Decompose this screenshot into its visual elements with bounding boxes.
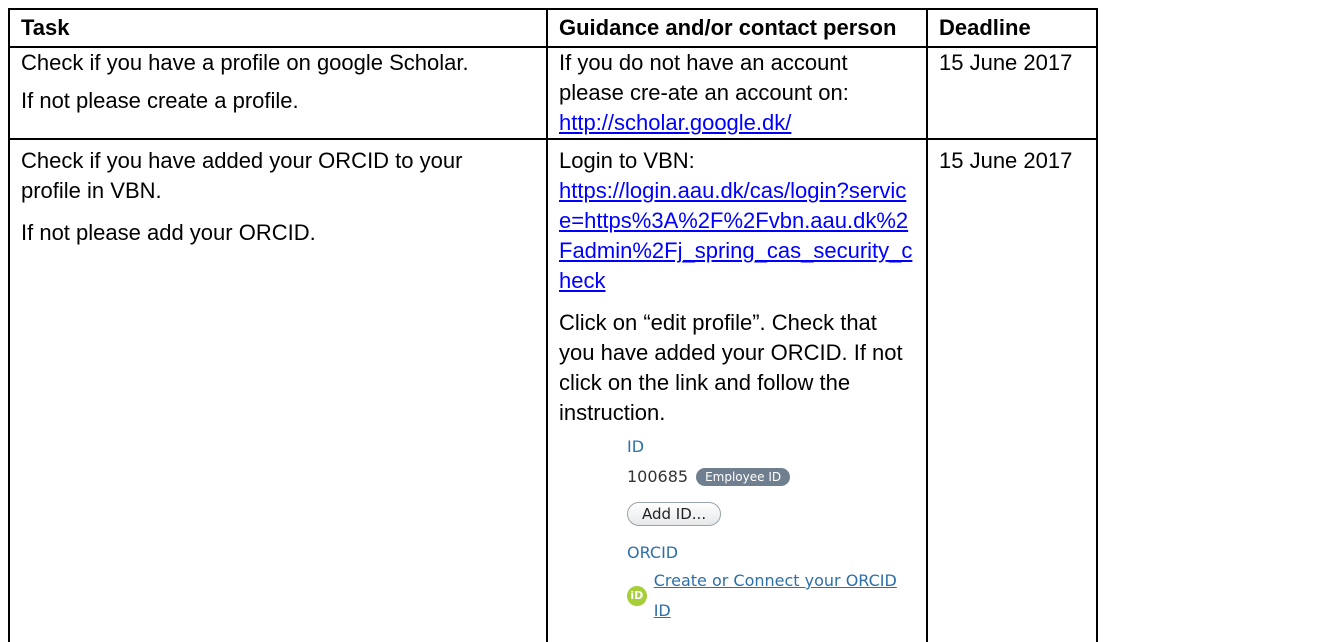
table-header-row: Task Guidance and/or contact person Dead… [8,8,1098,48]
orcid-icon: iD [627,586,647,606]
vbn-login-link[interactable]: https://login.aau.dk/cas/login?service=h… [559,178,912,293]
task-cell: Check if you have a profile on google Sc… [8,46,548,140]
employee-id-badge: Employee ID [696,468,791,486]
id-row: 100685 Employee ID [627,462,915,492]
header-guidance: Guidance and/or contact person [546,8,928,48]
guidance-text: If you do not have an account please cre… [559,50,849,105]
id-label: ID [627,437,645,456]
orcid-connect-link[interactable]: Create or Connect your ORCID ID [654,566,915,626]
add-id-button[interactable]: Add ID... [627,502,722,526]
task-cell: Check if you have added your ORCID to yo… [8,138,548,642]
scholar-link[interactable]: http://scholar.google.dk/ [559,110,791,135]
orcid-row: iD Create or Connect your ORCID ID [627,566,915,626]
orcid-label: ORCID [627,543,679,562]
header-deadline: Deadline [926,8,1098,48]
task-text: If not please add your ORCID. [21,220,316,245]
table-row: Check if you have added your ORCID to yo… [8,138,1098,642]
guidance-cell: Login to VBN: https://login.aau.dk/cas/l… [546,138,928,642]
cut-off-text [667,634,717,642]
id-value: 100685 [627,467,689,486]
task-text: Check if you have a profile on google Sc… [21,50,469,75]
task-table: Task Guidance and/or contact person Dead… [8,8,1098,642]
header-task: Task [8,8,548,48]
deadline-cell: 15 June 2017 [926,46,1098,140]
guidance-cell: If you do not have an account please cre… [546,46,928,140]
guidance-text: Click on “edit profile”. Check that you … [559,310,903,425]
guidance-intro: Login to VBN: [559,148,695,173]
table-row: Check if you have a profile on google Sc… [8,46,1098,140]
deadline-cell: 15 June 2017 [926,138,1098,642]
task-text: If not please create a profile. [21,88,299,113]
task-text: Check if you have added your ORCID to yo… [21,148,463,203]
vbn-profile-screenshot: ID 100685 Employee ID Add ID... ORCID iD… [559,436,915,642]
